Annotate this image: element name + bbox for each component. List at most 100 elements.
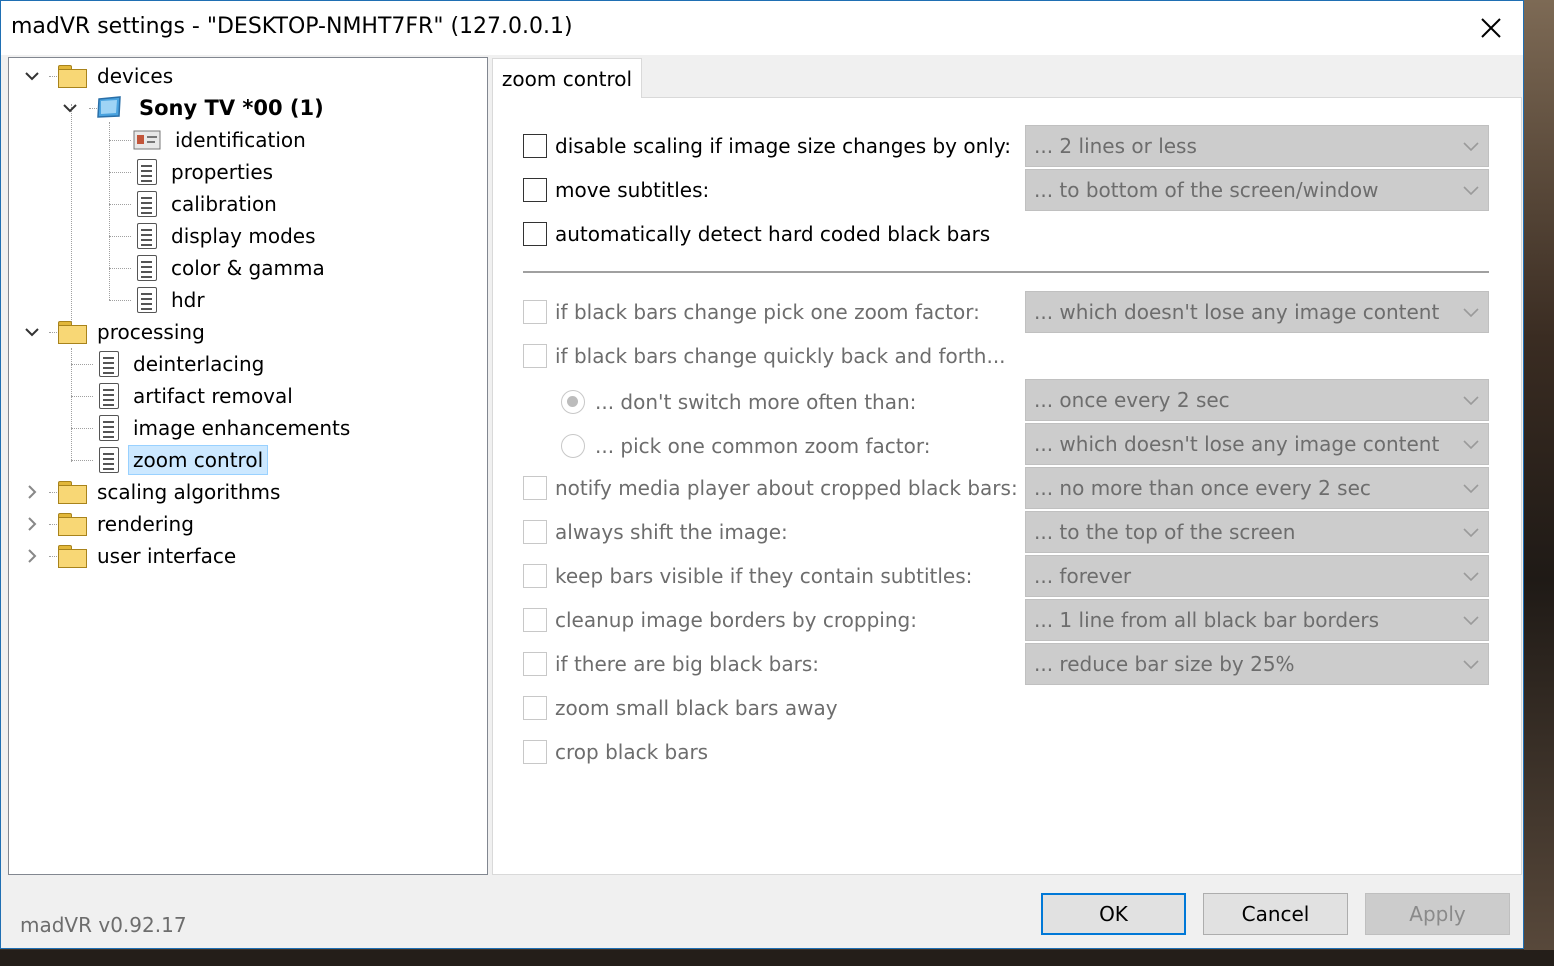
dropdown-always-shift[interactable]: ... to the top of the screen xyxy=(1025,511,1489,553)
dropdown-pick-zoom[interactable]: ... which doesn't lose any image content xyxy=(1025,291,1489,333)
dropdown-value: ... which doesn't lose any image content xyxy=(1034,432,1440,456)
option-label: move subtitles: xyxy=(555,178,710,202)
checkbox[interactable] xyxy=(523,564,547,588)
tree-line xyxy=(49,76,57,77)
checkbox[interactable] xyxy=(523,134,547,158)
option-crop-bars[interactable]: crop black bars xyxy=(523,737,708,767)
tree-item-deinterlacing[interactable]: deinterlacing xyxy=(99,349,268,379)
option-notify-player[interactable]: notify media player about cropped black … xyxy=(523,473,1018,503)
tree-item-zoom-control[interactable]: zoom control xyxy=(93,445,269,475)
desktop-background xyxy=(1524,0,1554,966)
chevron-down-icon xyxy=(1463,308,1479,318)
chevron-right-icon[interactable] xyxy=(23,547,41,565)
checkbox[interactable] xyxy=(523,608,547,632)
button-label: Apply xyxy=(1409,902,1466,926)
option-label: ... pick one common zoom factor: xyxy=(595,434,931,458)
tree-line xyxy=(71,396,93,397)
tree-line xyxy=(71,364,93,365)
tree-item-devices[interactable]: devices xyxy=(57,61,177,91)
checkbox[interactable] xyxy=(523,520,547,544)
tree-item-device[interactable]: Sony TV *00 (1) xyxy=(95,93,328,123)
dropdown-keep-bars[interactable]: ... forever xyxy=(1025,555,1489,597)
option-zoom-small[interactable]: zoom small black bars away xyxy=(523,693,838,723)
tree-item-image-enhancements[interactable]: image enhancements xyxy=(99,413,354,443)
ok-button[interactable]: OK xyxy=(1041,893,1186,935)
tree-line xyxy=(109,122,110,300)
tree-line xyxy=(109,300,131,301)
dropdown-disable-scaling[interactable]: ... 2 lines or less xyxy=(1025,125,1489,167)
option-keep-bars[interactable]: keep bars visible if they contain subtit… xyxy=(523,561,972,591)
radio-button[interactable] xyxy=(561,390,585,414)
folder-icon xyxy=(57,545,87,568)
dropdown-big-bars[interactable]: ... reduce bar size by 25% xyxy=(1025,643,1489,685)
title-bar[interactable]: madVR settings - "DESKTOP-NMHT7FR" (127.… xyxy=(1,1,1523,55)
dropdown-cleanup-borders[interactable]: ... 1 line from all black bar borders xyxy=(1025,599,1489,641)
apply-button[interactable]: Apply xyxy=(1365,893,1510,935)
radio-button[interactable] xyxy=(561,434,585,458)
tree-item-processing[interactable]: processing xyxy=(57,317,209,347)
tree-item-rendering[interactable]: rendering xyxy=(57,509,198,539)
desktop-background-bottom xyxy=(0,950,1554,966)
option-move-subtitles[interactable]: move subtitles: xyxy=(523,175,709,205)
tree-line xyxy=(49,524,57,525)
option-dont-switch[interactable]: ... don't switch more often than: xyxy=(561,387,916,417)
checkbox[interactable] xyxy=(523,740,547,764)
checkbox[interactable] xyxy=(523,476,547,500)
dropdown-value: ... to the top of the screen xyxy=(1034,520,1296,544)
tree-item-calibration[interactable]: calibration xyxy=(137,189,281,219)
chevron-right-icon[interactable] xyxy=(23,483,41,501)
tree-item-color-gamma[interactable]: color & gamma xyxy=(137,253,329,283)
option-cleanup-borders[interactable]: cleanup image borders by cropping: xyxy=(523,605,917,635)
tree-item-scaling-algorithms[interactable]: scaling algorithms xyxy=(57,477,284,507)
checkbox[interactable] xyxy=(523,178,547,202)
checkbox[interactable] xyxy=(523,696,547,720)
tree-item-label: display modes xyxy=(171,224,316,248)
option-pick-common[interactable]: ... pick one common zoom factor: xyxy=(561,431,930,461)
close-button[interactable] xyxy=(1459,1,1523,55)
tree-item-artifact-removal[interactable]: artifact removal xyxy=(99,381,297,411)
tree-line xyxy=(49,332,57,333)
option-always-shift[interactable]: always shift the image: xyxy=(523,517,788,547)
settings-tree[interactable]: devices Sony TV *00 (1) identification p… xyxy=(8,57,488,875)
page-icon xyxy=(137,159,157,185)
dropdown-value: ... 2 lines or less xyxy=(1034,134,1197,158)
checkbox[interactable] xyxy=(523,344,547,368)
option-label: if there are big black bars: xyxy=(555,652,820,676)
dropdown-value: ... reduce bar size by 25% xyxy=(1034,652,1295,676)
page-icon xyxy=(99,351,119,377)
tree-line xyxy=(71,428,93,429)
dropdown-dont-switch[interactable]: ... once every 2 sec xyxy=(1025,379,1489,421)
tree-item-label: deinterlacing xyxy=(133,352,265,376)
chevron-right-icon[interactable] xyxy=(23,515,41,533)
checkbox[interactable] xyxy=(523,222,547,246)
chevron-down-icon[interactable] xyxy=(23,323,41,341)
chevron-down-icon[interactable] xyxy=(23,67,41,85)
tree-item-display-modes[interactable]: display modes xyxy=(137,221,320,251)
tab-zoom-control[interactable]: zoom control xyxy=(492,58,642,98)
version-label: madVR v0.92.17 xyxy=(20,913,187,937)
option-big-bars[interactable]: if there are big black bars: xyxy=(523,649,819,679)
dropdown-notify-player[interactable]: ... no more than once every 2 sec xyxy=(1025,467,1489,509)
tree-item-hdr[interactable]: hdr xyxy=(137,285,209,315)
checkbox[interactable] xyxy=(523,652,547,676)
tree-line xyxy=(109,204,131,205)
tree-line xyxy=(109,236,131,237)
tree-line xyxy=(71,460,93,461)
checkbox[interactable] xyxy=(523,300,547,324)
page-icon xyxy=(137,191,157,217)
dropdown-value: ... to bottom of the screen/window xyxy=(1034,178,1379,202)
chevron-down-icon[interactable] xyxy=(61,99,79,117)
option-disable-scaling[interactable]: disable scaling if image size changes by… xyxy=(523,131,1011,161)
tree-item-identification[interactable]: identification xyxy=(133,125,310,155)
dropdown-move-subtitles[interactable]: ... to bottom of the screen/window xyxy=(1025,169,1489,211)
tree-item-properties[interactable]: properties xyxy=(137,157,277,187)
option-change-quickly[interactable]: if black bars change quickly back and fo… xyxy=(523,341,1006,371)
option-label: automatically detect hard coded black ba… xyxy=(555,222,991,246)
option-pick-zoom[interactable]: if black bars change pick one zoom facto… xyxy=(523,297,980,327)
tree-item-label: rendering xyxy=(97,512,194,536)
dropdown-pick-common[interactable]: ... which doesn't lose any image content xyxy=(1025,423,1489,465)
cancel-button[interactable]: Cancel xyxy=(1203,893,1348,935)
option-auto-detect[interactable]: automatically detect hard coded black ba… xyxy=(523,219,990,249)
tree-item-user-interface[interactable]: user interface xyxy=(57,541,240,571)
chevron-down-icon xyxy=(1463,616,1479,626)
